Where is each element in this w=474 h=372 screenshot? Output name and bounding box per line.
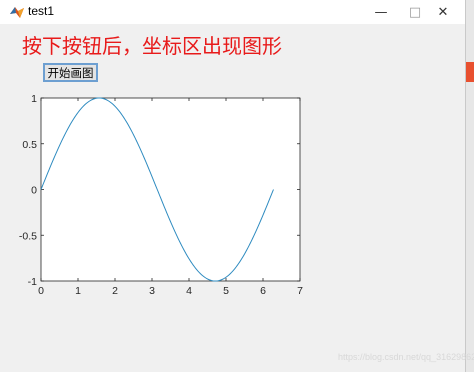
y-tick-label: -1 — [28, 276, 37, 288]
x-tick-label: 1 — [75, 285, 81, 297]
y-tick-label: -0.5 — [19, 230, 37, 242]
x-tick-label: 4 — [186, 285, 192, 297]
x-tick-label: 2 — [112, 285, 118, 297]
x-tick-label: 0 — [38, 285, 44, 297]
background-strip — [466, 0, 474, 372]
watermark-text: https://blog.csdn.net/qq_31629862 — [338, 352, 474, 362]
x-tick-label: 5 — [223, 285, 229, 297]
y-tick-label: 0.5 — [22, 139, 37, 151]
plot-axes[interactable]: 0 1 2 3 4 5 6 7 1 0.5 0 -0.5 -1 — [0, 0, 466, 372]
y-tick-label: 1 — [31, 93, 37, 105]
figure-window: test1 — □ ✕ 按下按钮后，坐标区出现图形 开始画图 01234567 … — [0, 0, 474, 372]
y-tick-label: 0 — [31, 185, 37, 197]
x-tick-label: 3 — [149, 285, 155, 297]
x-tick-label: 6 — [260, 285, 266, 297]
background-red-block — [466, 62, 474, 82]
axes-area — [40, 97, 301, 282]
x-tick-label: 7 — [297, 285, 303, 297]
